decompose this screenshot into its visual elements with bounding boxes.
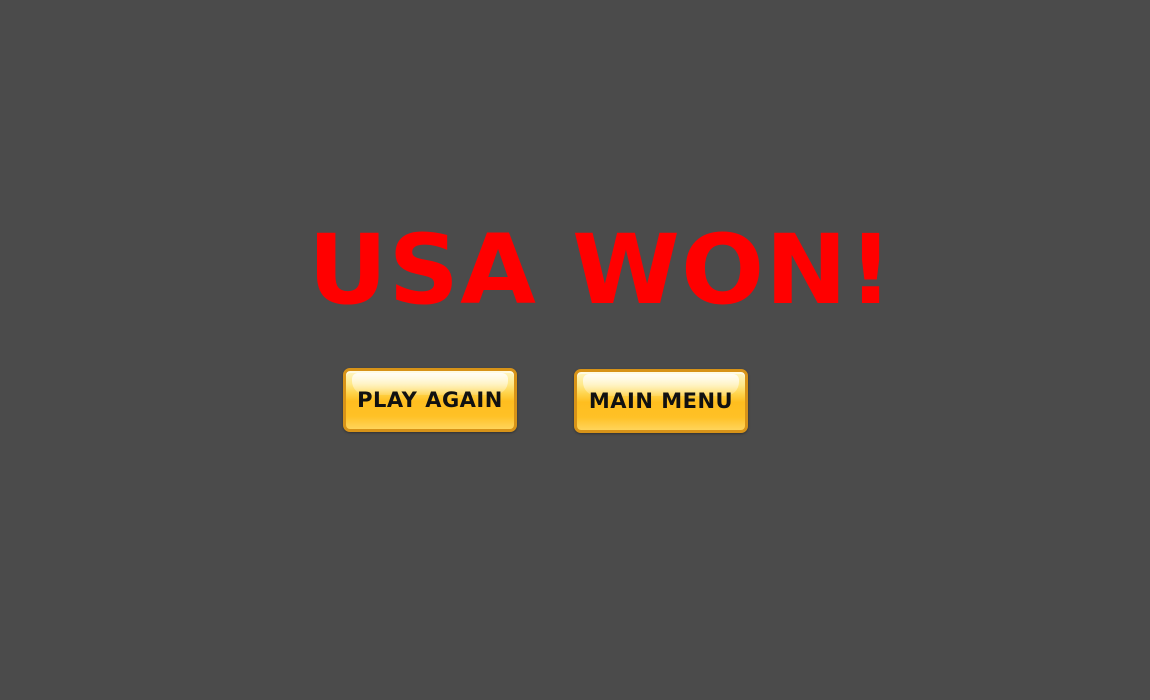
main-menu-label: MAIN MENU — [588, 389, 734, 413]
main-menu-button[interactable]: MAIN MENU — [574, 369, 748, 433]
play-again-label: PLAY AGAIN — [357, 388, 503, 412]
winner-title: USA WON! — [308, 214, 894, 326]
game-over-screen: USA WON! PLAY AGAIN MAIN MENU — [0, 0, 1150, 700]
play-again-button[interactable]: PLAY AGAIN — [343, 368, 517, 432]
